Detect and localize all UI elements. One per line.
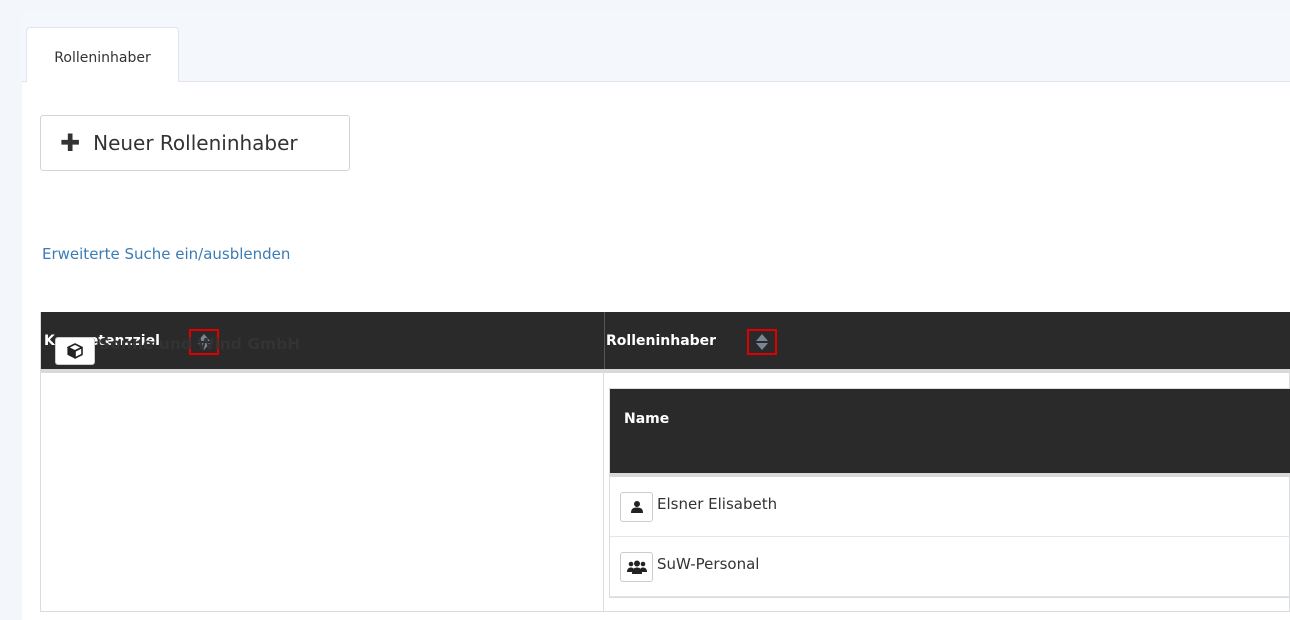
tab-panel: Rolleninhaber ✚ Neuer Rolleninhaber Erwe… (22, 10, 1290, 620)
rolleninhaber-table: Kompetenzziel Rolleninhaber Sonne und Wi… (40, 312, 1290, 612)
kompetenzziel-name[interactable]: Sonne und Wind GmbH (99, 335, 300, 353)
new-rolleninhaber-button-label: Neuer Rolleninhaber (93, 131, 298, 155)
subtable-header-name[interactable]: Name (610, 389, 1290, 477)
user-icon[interactable] (620, 491, 653, 522)
page-background: Rolleninhaber ✚ Neuer Rolleninhaber Erwe… (0, 0, 1290, 620)
column-header-rolleninhaber[interactable]: Rolleninhaber (603, 312, 1290, 369)
list-item: Elsner Elisabeth (610, 477, 1290, 537)
tab-bar: Rolleninhaber (22, 10, 1290, 82)
plus-icon: ✚ (60, 129, 81, 157)
subtable-header-label: Name (624, 411, 670, 427)
new-rolleninhaber-button[interactable]: ✚ Neuer Rolleninhaber (40, 115, 350, 171)
tab-content: ✚ Neuer Rolleninhaber Erweiterte Suche e… (22, 82, 1290, 620)
cube-icon[interactable] (55, 337, 95, 365)
rolleninhaber-subtable: Name Elsner Elisabeth SuW-Personal (609, 388, 1290, 598)
list-item: SuW-Personal (610, 537, 1290, 597)
users-icon[interactable] (620, 551, 653, 582)
column-divider (603, 373, 604, 612)
rolleninhaber-name[interactable]: SuW-Personal (657, 555, 759, 573)
table-row: Sonne und Wind GmbH (55, 335, 300, 365)
sort-icon[interactable] (747, 329, 777, 355)
column-header-label: Rolleninhaber (606, 333, 717, 349)
rolleninhaber-name[interactable]: Elsner Elisabeth (657, 495, 777, 513)
tab-rolleninhaber[interactable]: Rolleninhaber (26, 27, 179, 82)
advanced-search-toggle-link[interactable]: Erweiterte Suche ein/ausblenden (42, 245, 290, 263)
